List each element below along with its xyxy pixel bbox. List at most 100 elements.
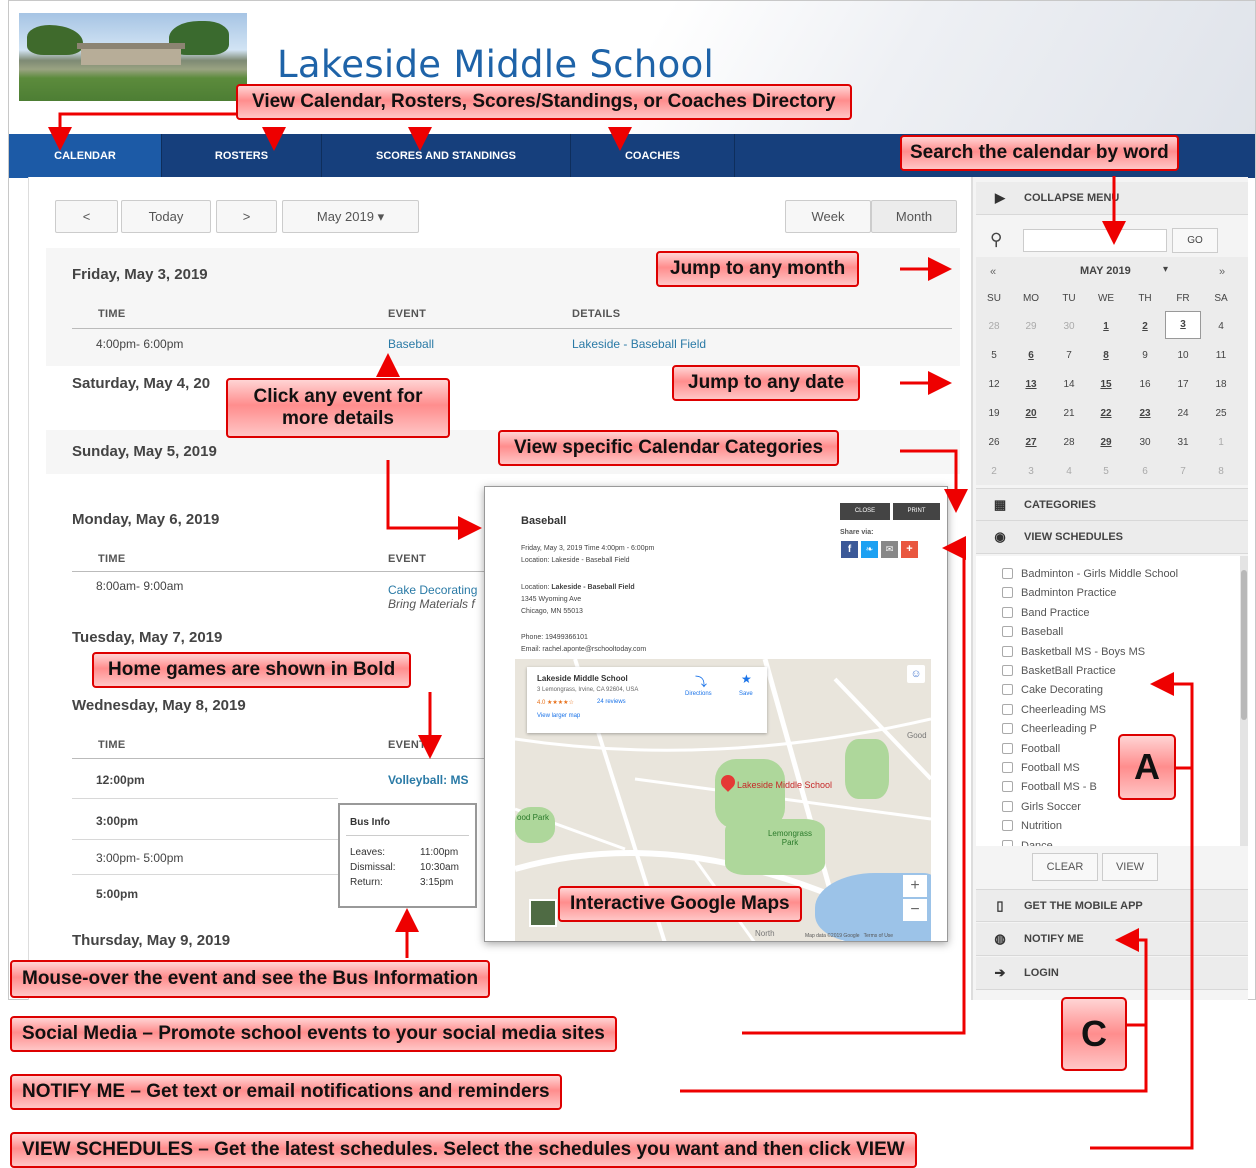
checkbox[interactable] <box>1002 762 1013 773</box>
checkbox[interactable] <box>1002 606 1013 618</box>
today-button[interactable]: Today <box>121 200 211 233</box>
calendar-day-cell[interactable]: 23 <box>1127 406 1163 428</box>
calendar-day-cell[interactable]: 15 <box>1088 377 1124 399</box>
login-button[interactable]: ➔ LOGIN <box>976 957 1248 990</box>
calendar-day-cell[interactable]: 29 <box>1013 319 1049 341</box>
schedule-checkbox-item[interactable]: Band Practice <box>1002 606 1089 619</box>
calendar-day-cell[interactable]: 19 <box>976 406 1012 428</box>
calendar-day-cell[interactable]: 20 <box>1013 406 1049 428</box>
calendar-day-cell[interactable]: 30 <box>1051 319 1087 341</box>
checkbox[interactable] <box>1002 626 1013 638</box>
calendar-day-cell[interactable]: 2 <box>976 464 1012 486</box>
cal-next-month-button[interactable]: » <box>1219 266 1225 278</box>
tab-rosters[interactable]: ROSTERS <box>162 134 322 178</box>
calendar-day-cell[interactable]: 8 <box>1088 348 1124 370</box>
calendar-day-cell[interactable]: 4 <box>1051 464 1087 486</box>
schedule-checkbox-item[interactable]: Nutrition <box>1002 820 1062 832</box>
checkbox[interactable] <box>1002 839 1013 846</box>
calendar-day-cell[interactable]: 2 <box>1127 319 1163 341</box>
calendar-day-cell[interactable]: 27 <box>1013 435 1049 457</box>
calendar-day-cell[interactable]: 16 <box>1127 377 1163 399</box>
calendar-day-cell[interactable]: 26 <box>976 435 1012 457</box>
calendar-day-cell[interactable]: 24 <box>1165 406 1201 428</box>
checkbox[interactable] <box>1002 703 1013 715</box>
calendar-day-cell[interactable]: 6 <box>1013 348 1049 370</box>
save-label[interactable]: Save <box>739 691 753 697</box>
event-link-cake-decorating[interactable]: Cake Decorating <box>388 583 477 597</box>
calendar-day-cell[interactable]: 22 <box>1088 406 1124 428</box>
map-card-reviews[interactable]: 24 reviews <box>597 699 626 705</box>
tab-calendar[interactable]: CALENDAR <box>9 134 162 178</box>
popup-print-button[interactable]: PRINT <box>893 503 940 520</box>
view-button[interactable]: VIEW <box>1102 853 1158 881</box>
calendar-day-cell[interactable]: 10 <box>1165 348 1201 370</box>
schedule-checkbox-item[interactable]: Football MS <box>1002 762 1080 774</box>
satellite-toggle[interactable] <box>529 899 557 927</box>
calendar-day-cell[interactable]: 7 <box>1165 464 1201 486</box>
month-view-button[interactable]: Month <box>871 200 957 233</box>
week-view-button[interactable]: Week <box>785 200 871 233</box>
event-location-link[interactable]: Lakeside - Baseball Field <box>572 337 706 351</box>
calendar-day-cell[interactable]: 28 <box>1051 435 1087 457</box>
checkbox[interactable] <box>1002 781 1013 793</box>
checkbox[interactable] <box>1002 723 1013 735</box>
prev-button[interactable]: < <box>55 200 118 233</box>
map-zoom-out-button[interactable]: − <box>903 899 927 921</box>
calendar-day-cell[interactable]: 1 <box>1203 435 1239 457</box>
calendar-day-cell[interactable]: 4 <box>1203 319 1239 341</box>
directions-label[interactable]: Directions <box>685 691 712 697</box>
checkbox[interactable] <box>1002 742 1013 754</box>
schedule-checkbox-item[interactable]: BasketBall Practice <box>1002 665 1116 677</box>
collapse-menu-button[interactable]: ▶ COLLAPSE MENU <box>976 182 1248 215</box>
calendar-day-cell[interactable]: 18 <box>1203 377 1239 399</box>
event-link-volleyball[interactable]: Volleyball: MS <box>388 773 468 787</box>
map-zoom-in-button[interactable]: + <box>903 875 927 897</box>
schedule-checkbox-item[interactable]: Football <box>1002 742 1060 755</box>
calendar-day-cell[interactable]: 8 <box>1203 464 1239 486</box>
notify-me-button[interactable]: ◍ NOTIFY ME <box>976 923 1248 956</box>
calendar-day-cell[interactable]: 5 <box>1088 464 1124 486</box>
calendar-day-cell[interactable]: 5 <box>976 348 1012 370</box>
categories-button[interactable]: ▦ CATEGORIES <box>976 488 1248 521</box>
directions-icon[interactable]: ⤵ <box>695 673 707 690</box>
calendar-day-cell[interactable]: 31 <box>1165 435 1201 457</box>
scroll-thumb[interactable] <box>1241 570 1247 720</box>
calendar-day-cell[interactable]: 30 <box>1127 435 1163 457</box>
schedule-checkbox-item[interactable]: Cheerleading MS <box>1002 703 1106 716</box>
calendar-search-input[interactable] <box>1023 229 1167 252</box>
email-share-icon[interactable]: ✉ <box>881 541 898 558</box>
cal-prev-month-button[interactable]: « <box>990 266 996 278</box>
facebook-share-icon[interactable]: f <box>841 541 858 558</box>
schedule-checkbox-item[interactable]: Football MS - B <box>1002 781 1097 793</box>
schedule-checkbox-item[interactable]: Dance <box>1002 839 1053 846</box>
calendar-day-cell[interactable]: 13 <box>1013 377 1049 399</box>
schedule-list-scrollbar[interactable] <box>1240 556 1248 846</box>
calendar-day-cell[interactable]: 17 <box>1165 377 1201 399</box>
checkbox[interactable] <box>1002 587 1013 599</box>
calendar-day-cell[interactable]: 7 <box>1051 348 1087 370</box>
schedule-checkbox-item[interactable]: Basketball MS - Boys MS <box>1002 645 1145 658</box>
schedule-checkbox-item[interactable]: Baseball <box>1002 626 1063 638</box>
tab-scores-and-standings[interactable]: SCORES AND STANDINGS <box>322 134 571 178</box>
schedule-checkbox-item[interactable]: Badminton - Girls Middle School <box>1002 568 1178 580</box>
checkbox[interactable] <box>1002 820 1013 832</box>
schedule-checkbox-item[interactable]: Badminton Practice <box>1002 587 1116 599</box>
calendar-day-cell[interactable]: 29 <box>1088 435 1124 457</box>
street-view-pegman-icon[interactable]: ☺ <box>907 665 925 683</box>
search-go-button[interactable]: GO <box>1172 228 1218 253</box>
popup-close-button[interactable]: CLOSE <box>840 503 890 520</box>
save-star-icon[interactable]: ★ <box>741 672 752 686</box>
cal-month-select[interactable]: MAY 2019 <box>1080 265 1131 277</box>
view-schedules-button[interactable]: ◉ VIEW SCHEDULES <box>976 521 1248 554</box>
calendar-day-cell[interactable]: 3 <box>1165 311 1201 339</box>
calendar-day-cell[interactable]: 21 <box>1051 406 1087 428</box>
mobile-app-button[interactable]: ▯ GET THE MOBILE APP <box>976 889 1248 922</box>
more-share-icon[interactable]: + <box>901 541 918 558</box>
clear-button[interactable]: CLEAR <box>1032 853 1098 881</box>
next-button[interactable]: > <box>216 200 277 233</box>
schedule-checkbox-item[interactable]: Cheerleading P <box>1002 723 1097 735</box>
calendar-day-cell[interactable]: 6 <box>1127 464 1163 486</box>
calendar-day-cell[interactable]: 1 <box>1088 319 1124 341</box>
calendar-day-cell[interactable]: 25 <box>1203 406 1239 428</box>
calendar-day-cell[interactable]: 3 <box>1013 464 1049 486</box>
